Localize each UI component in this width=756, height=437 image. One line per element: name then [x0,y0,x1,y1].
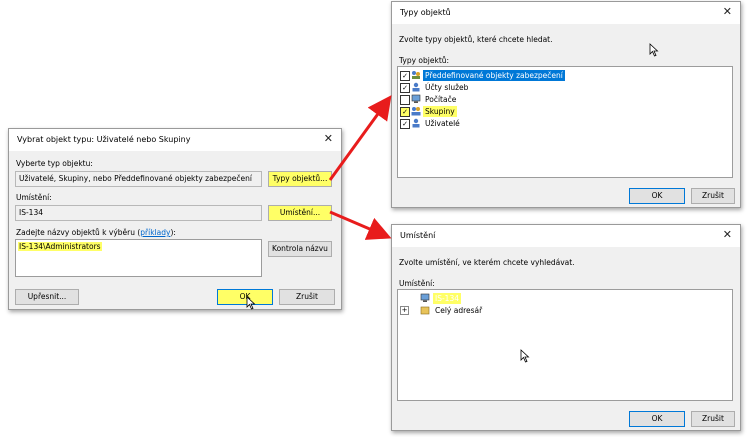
locations-button[interactable]: Umístění... [268,205,332,221]
checkbox[interactable]: ✓ [400,119,410,129]
service-account-icon [412,82,420,92]
instruction-text: Zvolte umístění, ve kterém chcete vyhled… [399,258,575,267]
mouse-cursor-icon [649,43,659,57]
user-icon [412,118,420,128]
item-label: Předdefinované objekty zabezpečení [423,70,565,81]
security-object-icon [412,71,420,79]
item-label: Účty služeb [425,83,469,92]
instruction-text: Zvolte typy objektů, které chcete hledat… [399,35,553,44]
names-label: Zadejte názvy objektů k výběru (příklady… [16,228,176,237]
examples-link[interactable]: příklady [140,228,170,237]
ok-button[interactable]: OK [217,289,273,305]
title-bar: Vybrat objekt typu: Uživatelé nebo Skupi… [9,129,341,151]
expand-icon[interactable]: + [400,306,409,315]
computer-icon [411,94,421,103]
item-label: Skupiny [423,106,457,117]
location-label: Umístění: [16,193,52,202]
tree-item-label: IS-134 [433,293,461,304]
item-label: Počítače [425,95,457,104]
object-type-label: Vyberte typ objektu: [16,159,93,168]
group-icon [411,107,421,116]
checkbox[interactable]: ✓ [400,107,410,117]
close-icon[interactable]: ✕ [723,5,732,19]
advanced-button[interactable]: Upřesnit... [15,289,79,305]
object-types-list-label: Typy objektů: [399,56,450,65]
object-types-dialog: Typy objektů ✕ Zvolte typy objektů, kter… [391,1,741,208]
dialog-title: Umístění [400,231,436,240]
names-value: IS-134\Administrators [18,242,102,251]
cancel-button[interactable]: Zrušit [691,411,735,427]
checkbox[interactable]: ✓ [400,71,410,81]
ok-button[interactable]: OK [629,411,685,427]
cancel-button[interactable]: Zrušit [691,188,735,204]
mouse-cursor-icon [520,349,530,363]
names-label-prefix: Zadejte názvy objektů k výběru ( [16,228,141,237]
names-textarea[interactable]: IS-134\Administrators [15,239,262,277]
object-types-list[interactable]: ✓ Předdefinované objekty zabezpečení ✓ Ú… [397,66,733,178]
object-types-button[interactable]: Typy objektů... [268,171,332,187]
title-bar: Umístění ✕ [392,225,740,247]
names-label-suffix: ): [170,228,176,237]
cancel-button[interactable]: Zrušit [279,289,335,305]
ok-button[interactable]: OK [629,188,685,204]
mouse-cursor-icon [246,296,256,310]
tree-item-label: Celý adresář [435,306,483,315]
locations-tree-label: Umístění: [399,279,435,288]
directory-icon [420,306,430,315]
locations-dialog: Umístění ✕ Zvolte umístění, ve kterém ch… [391,224,741,431]
title-bar: Typy objektů ✕ [392,2,740,24]
checkbox[interactable]: ✓ [400,83,410,93]
location-field: IS-134 [15,205,262,221]
object-type-field: Uživatelé, Skupiny, nebo Předdefinované … [15,171,262,187]
select-users-dialog: Vybrat objekt typu: Uživatelé nebo Skupi… [8,128,342,310]
item-label: Uživatelé [425,119,460,128]
check-names-button[interactable]: Kontrola názvu [268,241,332,257]
dialog-title: Typy objektů [400,8,451,17]
dialog-title: Vybrat objekt typu: Uživatelé nebo Skupi… [17,135,191,144]
computer-icon [420,293,430,302]
checkbox[interactable] [400,95,410,105]
locations-tree[interactable]: IS-134 + Celý adresář [397,289,733,401]
close-icon[interactable]: ✕ [324,132,333,146]
close-icon[interactable]: ✕ [723,228,732,242]
